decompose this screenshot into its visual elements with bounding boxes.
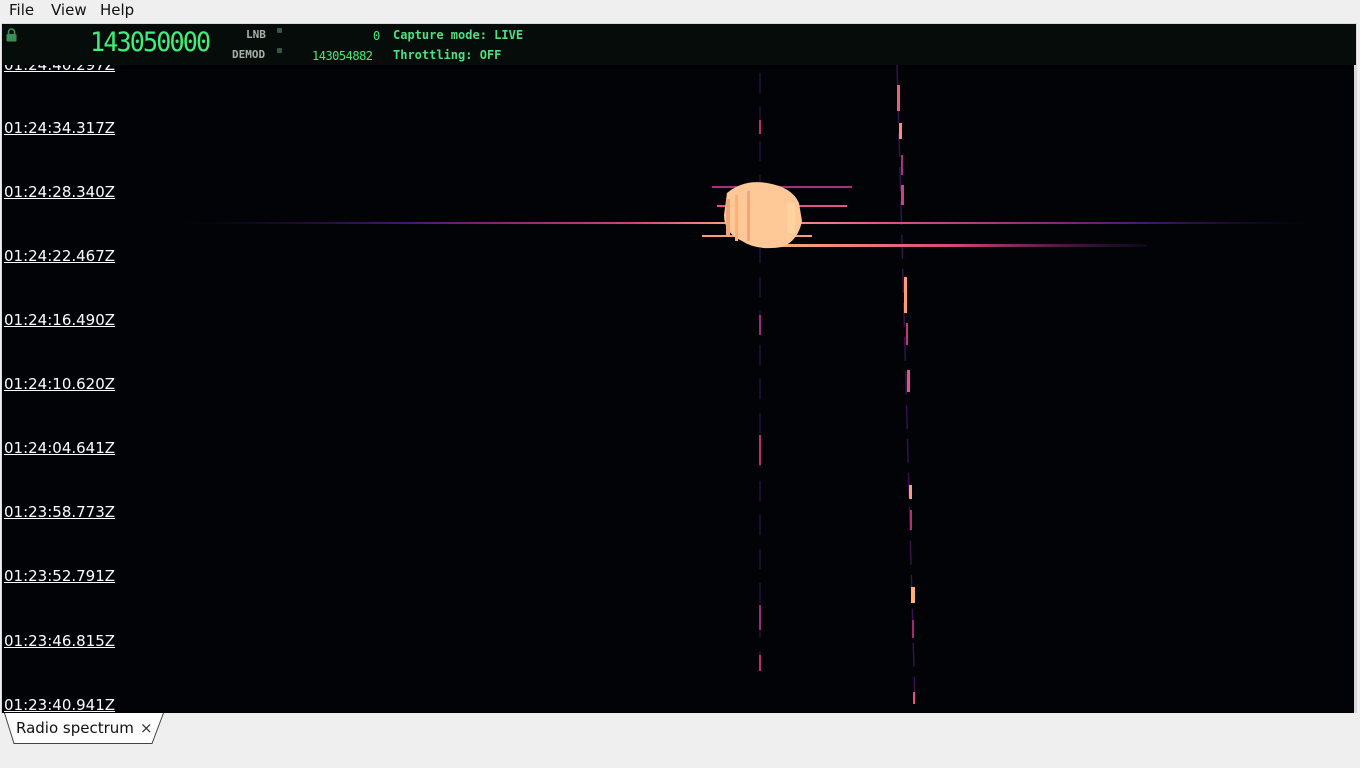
capture-mode-status: Capture mode: LIVE — [393, 28, 524, 42]
demod-readout[interactable]: 143054882 — [312, 49, 373, 63]
waterfall-view[interactable]: 01:24:40.297Z 01:24:34.317Z 01:24:28.340… — [2, 65, 1354, 713]
lnb-label: LNB — [246, 28, 266, 41]
view-menu[interactable]: View — [49, 1, 89, 19]
help-menu[interactable]: Help — [98, 1, 136, 19]
timestamp-label[interactable]: 01:24:04.641Z — [4, 439, 115, 457]
demod-label: DEMOD — [232, 48, 266, 61]
lnb-lock-indicator[interactable] — [277, 28, 282, 33]
close-icon[interactable]: × — [140, 719, 153, 737]
file-menu[interactable]: File — [7, 1, 36, 19]
menu-bar: File View Help — [0, 0, 1360, 22]
timestamp-label[interactable]: 01:24:10.620Z — [4, 375, 115, 393]
timestamp-label[interactable]: 01:24:28.340Z — [4, 183, 115, 201]
timestamp-label[interactable]: 01:23:52.791Z — [4, 567, 115, 585]
timestamp-label[interactable]: 01:24:34.317Z — [4, 119, 115, 137]
frequency-readout[interactable]: 143050000 — [90, 27, 211, 58]
demod-lock-indicator[interactable] — [277, 48, 282, 53]
tab-label: Radio spectrum — [16, 719, 134, 737]
signal-burst — [182, 182, 1312, 249]
lock-icon[interactable] — [6, 28, 17, 42]
throttling-status: Throttling: OFF — [393, 48, 502, 62]
timestamp-label[interactable]: 01:24:22.467Z — [4, 247, 115, 265]
tab-radio-spectrum[interactable]: Radio spectrum × — [4, 713, 164, 745]
lnb-readout[interactable]: 0 — [373, 29, 380, 43]
timestamp-label[interactable]: 01:24:16.490Z — [4, 311, 115, 329]
carrier-trace-right — [896, 65, 916, 706]
frequency-display-panel: 143050000 LNB 0 DEMOD 143054882 Capture … — [2, 24, 1356, 65]
carrier-trace-left — [759, 73, 761, 675]
timestamp-label[interactable]: 01:23:58.773Z — [4, 503, 115, 521]
waterfall-plot[interactable] — [2, 65, 1354, 713]
timestamp-label[interactable]: 01:23:40.941Z — [4, 696, 115, 713]
tab-bar: Radio spectrum × — [0, 713, 1360, 768]
timestamp-label[interactable]: 01:23:46.815Z — [4, 632, 115, 650]
timestamp-label[interactable]: 01:24:40.297Z — [4, 65, 115, 74]
